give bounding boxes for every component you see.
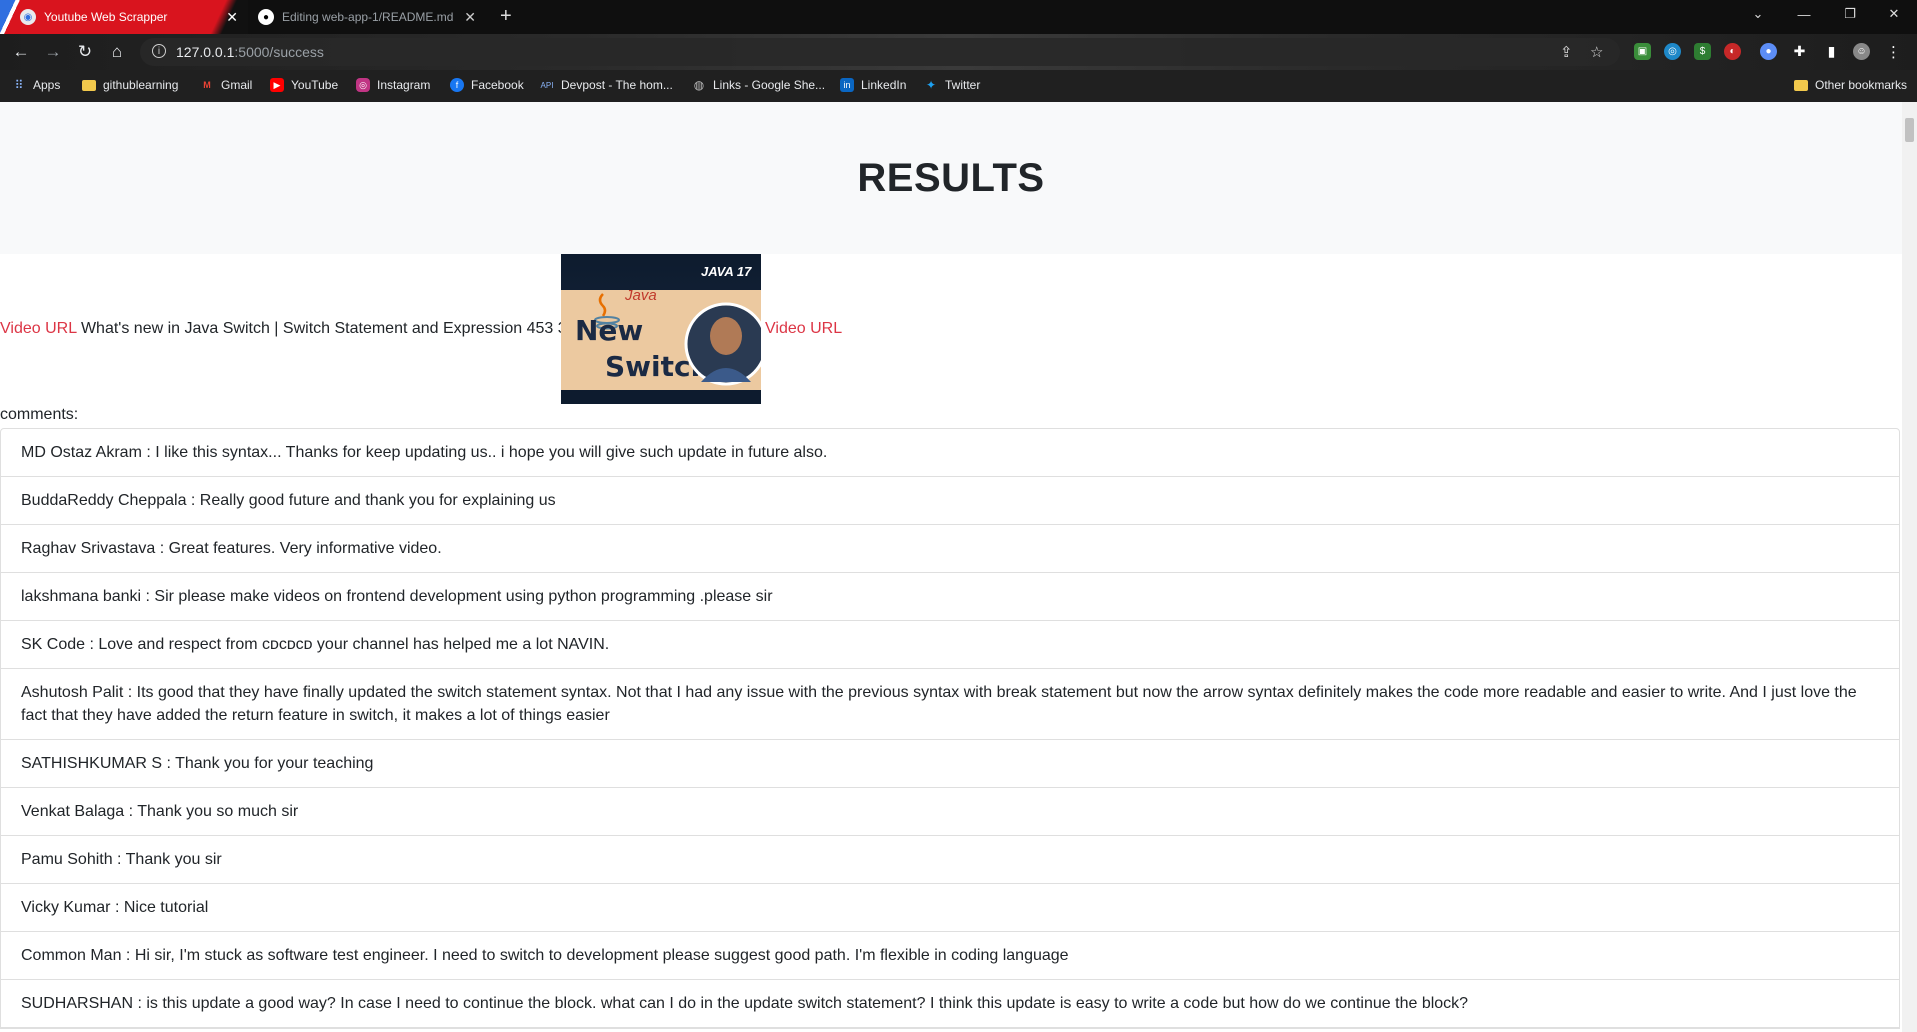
url-host: 127.0.0.1 [176, 44, 235, 60]
comment-item: Pamu Sohith : Thank you sir [1, 836, 1899, 884]
menu-kebab-icon[interactable]: ⋮ [1885, 43, 1902, 61]
close-tab-icon[interactable]: ✕ [226, 9, 238, 26]
bookmark-twitter[interactable]: ✦ Twitter [924, 78, 980, 92]
bookmark-star-icon[interactable]: ☆ [1590, 43, 1603, 61]
side-panel-icon[interactable]: ▮ [1823, 43, 1840, 60]
twitter-icon: ✦ [925, 78, 937, 92]
thumbnail-line-1: New [575, 314, 643, 347]
comment-item: MD Ostaz Akram : I like this syntax... T… [1, 429, 1899, 477]
facebook-icon: f [450, 78, 464, 92]
extension-icon[interactable]: $ [1694, 43, 1711, 60]
forward-icon[interactable]: → [42, 41, 64, 63]
github-icon: ● [258, 9, 274, 25]
bookmark-facebook[interactable]: f Facebook [450, 78, 524, 92]
bookmark-apps[interactable]: ⠿ Apps [12, 78, 61, 92]
page-title: RESULTS [857, 155, 1045, 200]
new-tab-icon[interactable]: + [500, 5, 512, 28]
likes-count: 453 [526, 320, 554, 337]
result-line: Video URL What's new in Java Switch | Sw… [0, 320, 576, 338]
close-tab-icon[interactable]: ✕ [464, 9, 476, 26]
comment-item: Ashutosh Palit : Its good that they have… [1, 669, 1899, 740]
home-icon[interactable]: ⌂ [106, 41, 128, 63]
tab-title: Editing web-app-1/README.md [282, 10, 454, 24]
scrollbar-thumb[interactable] [1905, 118, 1914, 142]
page-content: RESULTS Video URL What's new in Java Swi… [0, 102, 1902, 1032]
extension-icon[interactable]: ◐ [1724, 43, 1741, 60]
browser-toolbar: ← → ↻ ⌂ i 127.0.0.1:5000/success ⇪ ☆ ▣ ◎… [0, 34, 1917, 70]
browser-chrome: ◉ Youtube Web Scrapper ✕ ● Editing web-a… [0, 0, 1917, 102]
result-line-right: Video URL [765, 320, 842, 338]
tab-editing-readme[interactable]: ● Editing web-app-1/README.md ✕ [258, 0, 486, 34]
bookmark-githublearning[interactable]: githublearning [82, 78, 178, 92]
comment-item: BuddaReddy Cheppala : Really good future… [1, 477, 1899, 525]
tab-youtube-web-scrapper[interactable]: ◉ Youtube Web Scrapper ✕ [20, 0, 248, 34]
presenter-portrait [684, 302, 768, 386]
extension-icon[interactable]: ● [1760, 43, 1777, 60]
bookmark-youtube[interactable]: ▶ YouTube [270, 78, 338, 92]
result-row: Video URL What's new in Java Switch | Sw… [0, 254, 1902, 404]
gmail-icon: M [203, 80, 211, 90]
video-url-link[interactable]: Video URL [0, 320, 77, 337]
page-scrollbar[interactable] [1902, 102, 1917, 1032]
video-title: What's new in Java Switch | Switch State… [80, 320, 523, 337]
globe-icon: ◉ [20, 9, 36, 25]
tab-strip: ◉ Youtube Web Scrapper ✕ ● Editing web-a… [0, 0, 1917, 34]
extension-icon[interactable]: ◎ [1664, 43, 1681, 60]
folder-icon [1794, 79, 1808, 91]
url-text: 127.0.0.1:5000/success [176, 44, 324, 60]
profile-avatar[interactable]: ☺ [1853, 43, 1870, 60]
back-icon[interactable]: ← [10, 41, 32, 63]
video-thumbnail: JAVA 17 Java New Switch [561, 254, 768, 404]
apps-grid-icon: ⠿ [14, 78, 24, 92]
bookmark-gmail[interactable]: M Gmail [200, 78, 252, 92]
extension-icon[interactable]: ▣ [1634, 43, 1651, 60]
thumbnail-image: JAVA 17 Java New Switch [561, 254, 768, 404]
video-url-link[interactable]: Video URL [765, 320, 842, 337]
site-info-icon[interactable]: i [152, 44, 166, 58]
comment-item: Venkat Balaga : Thank you so much sir [1, 788, 1899, 836]
comment-item: lakshmana banki : Sir please make videos… [1, 573, 1899, 621]
bookmark-devpost[interactable]: API Devpost - The hom... [540, 78, 673, 92]
bookmarks-bar: ⠿ Apps githublearning M Gmail ▶ YouTube ◎ In… [0, 70, 1917, 102]
globe-icon: ◍ [693, 78, 705, 92]
restore-icon[interactable]: ❐ [1827, 0, 1873, 28]
address-bar[interactable]: i 127.0.0.1:5000/success ⇪ ☆ [140, 38, 1620, 66]
comments-list: MD Ostaz Akram : I like this syntax... T… [0, 428, 1900, 1029]
instagram-icon: ◎ [356, 78, 370, 92]
url-path: :5000/success [234, 44, 324, 60]
comment-item: SATHISHKUMAR S : Thank you for your teac… [1, 740, 1899, 788]
comment-item: Raghav Srivastava : Great features. Very… [1, 525, 1899, 573]
bookmark-other-bookmarks[interactable]: Other bookmarks [1794, 78, 1907, 92]
results-header: RESULTS [0, 102, 1902, 254]
close-window-icon[interactable]: ✕ [1871, 0, 1917, 28]
tab-title: Youtube Web Scrapper [44, 10, 168, 24]
comment-item: Common Man : Hi sir, I'm stuck as softwa… [1, 932, 1899, 980]
share-icon[interactable]: ⇪ [1560, 43, 1573, 61]
reload-icon[interactable]: ↻ [74, 41, 96, 63]
folder-icon [82, 79, 96, 91]
extensions-puzzle-icon[interactable]: ✚ [1791, 43, 1808, 60]
thumbnail-badge: JAVA 17 [701, 264, 752, 279]
minimize-icon[interactable]: — [1781, 0, 1827, 28]
api-icon: API [540, 80, 554, 90]
linkedin-icon: in [840, 78, 854, 92]
comments-label: comments: [0, 406, 79, 423]
comment-item: SUDHARSHAN : is this update a good way? … [1, 980, 1899, 1028]
youtube-icon: ▶ [270, 78, 284, 92]
tab-search-icon[interactable]: ⌄ [1735, 0, 1781, 28]
comment-item: Vicky Kumar : Nice tutorial [1, 884, 1899, 932]
bookmark-links-google-sheets[interactable]: ◍ Links - Google She... [692, 78, 825, 92]
comment-item: SK Code : Love and respect from ᴄᴅᴄᴅᴄᴅ y… [1, 621, 1899, 669]
thumbnail-logo-text: Java [624, 287, 657, 304]
bookmark-linkedin[interactable]: in LinkedIn [840, 78, 906, 92]
bookmark-instagram[interactable]: ◎ Instagram [356, 78, 430, 92]
